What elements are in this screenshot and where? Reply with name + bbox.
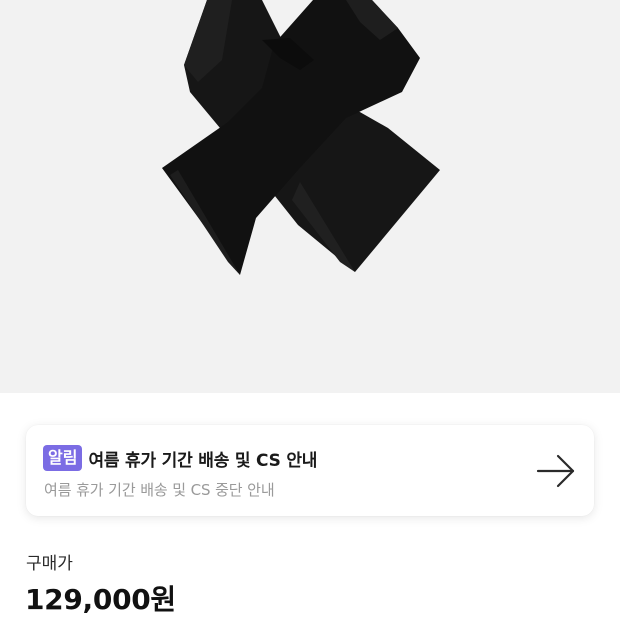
arrow-right-icon[interactable] bbox=[534, 452, 578, 490]
notice-title: 여름 휴가 기간 배송 및 CS 안내 bbox=[88, 450, 318, 471]
notice-title-row: 알림 여름 휴가 기간 배송 및 CS 안내 bbox=[43, 444, 317, 472]
notice-subtitle: 여름 휴가 기간 배송 및 CS 중단 안내 bbox=[44, 481, 275, 499]
product-image[interactable] bbox=[0, 0, 620, 393]
notice-badge: 알림 bbox=[43, 445, 83, 471]
notice-card[interactable]: 알림 여름 휴가 기간 배송 및 CS 안내 여름 휴가 기간 배송 및 CS … bbox=[26, 425, 594, 516]
black-pants-product-photo bbox=[162, 0, 440, 275]
price-label: 구매가 bbox=[26, 554, 73, 574]
product-detail-page: 알림 여름 휴가 기간 배송 및 CS 안내 여름 휴가 기간 배송 및 CS … bbox=[0, 0, 620, 620]
price-value: 129,000원 bbox=[25, 583, 176, 616]
